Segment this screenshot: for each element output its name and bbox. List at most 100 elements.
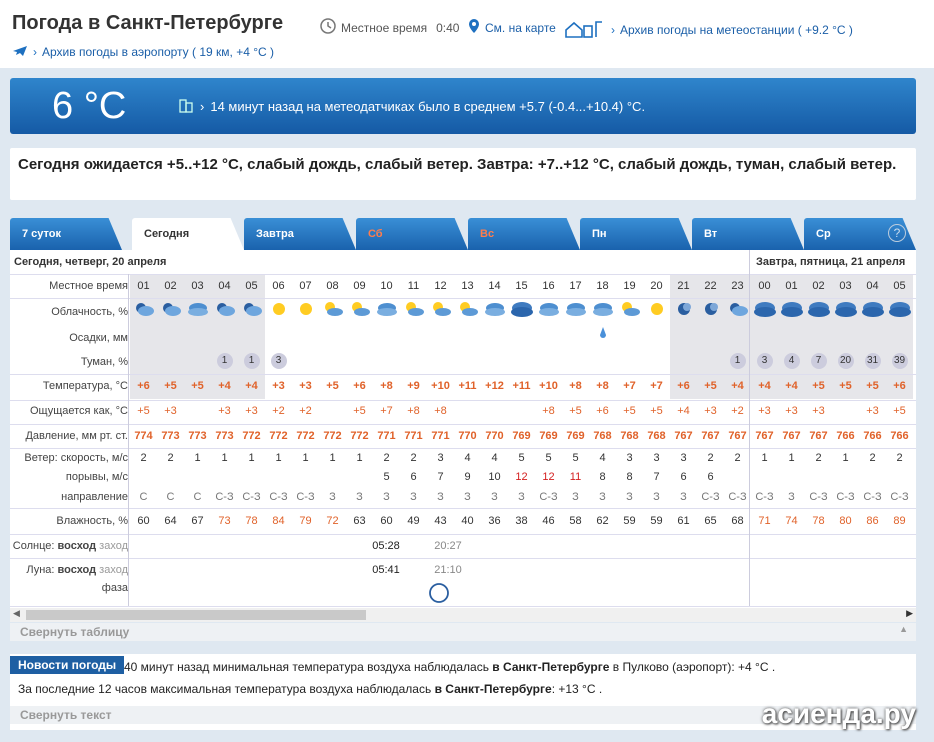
cloud-icon <box>886 300 913 320</box>
wind-speed-cell: 5 <box>518 452 525 464</box>
wind-direction-cell: С-З <box>269 491 288 503</box>
wind-gust-cell: 8 <box>599 471 606 483</box>
scroll-left-icon[interactable]: ◀ <box>13 608 20 619</box>
wind-direction-cell: С-З <box>215 491 234 503</box>
scrollbar-thumb[interactable] <box>26 610 366 620</box>
wind-speed-cell: 3 <box>626 452 633 464</box>
temperature-cell: +5 <box>704 380 717 392</box>
scroll-right-icon[interactable]: ▶ <box>906 608 913 619</box>
wind-direction-cell: С <box>139 491 148 503</box>
news-tab[interactable]: Новости погоды <box>10 656 125 674</box>
wind-speed-cell: 1 <box>302 452 309 464</box>
wind-direction-cell: З <box>410 491 417 503</box>
airport-link[interactable]: › Архив погоды в аэропорту ( 19 км, +4 °… <box>12 43 274 60</box>
wind-speed-cell: 2 <box>734 452 741 464</box>
tab-tuesday[interactable]: Вт <box>692 218 804 250</box>
pressure-cell: 773 <box>215 430 234 442</box>
tab-today[interactable]: Сегодня <box>132 218 244 250</box>
fog-badge: 3 <box>270 353 287 369</box>
temperature-cell: +4 <box>218 380 231 392</box>
wind-speed-cell: 1 <box>221 452 228 464</box>
news-line-1: 40 минут назад минимальная температура в… <box>124 660 776 674</box>
feels-like-cell: +3 <box>245 405 258 417</box>
hour-cell: 03 <box>191 280 204 292</box>
temperature-cell: +8 <box>596 380 609 392</box>
tab-tomorrow[interactable]: Завтра <box>244 218 356 250</box>
hour-cell: 11 <box>407 280 420 292</box>
horizontal-scrollbar[interactable]: ◀ ▶ <box>10 608 916 622</box>
feels-like-cell: +8 <box>542 405 555 417</box>
humidity-cell: 58 <box>569 515 582 527</box>
feels-like-cell: +2 <box>731 405 744 417</box>
cloud-icon <box>724 300 751 320</box>
label-fog: Туман, % <box>80 356 128 368</box>
wind-direction-cell: З <box>329 491 336 503</box>
temperature-cell: +6 <box>677 380 690 392</box>
wind-direction-cell: З <box>626 491 633 503</box>
header: Погода в Санкт-Петербурге Местное время … <box>0 0 934 68</box>
wind-direction-cell: З <box>653 491 660 503</box>
label-humidity: Влажность, % <box>56 515 128 527</box>
fog-cell: 31 <box>859 353 886 369</box>
pressure-cell: 768 <box>593 430 612 442</box>
wind-direction-cell: С-З <box>539 491 558 503</box>
hour-cell: 14 <box>488 280 501 292</box>
temperature-cell: +4 <box>245 380 258 392</box>
wind-speed-cell: 1 <box>842 452 849 464</box>
cloud-icon <box>454 300 481 320</box>
day-header-tomorrow: Завтра, пятница, 21 апреля <box>756 256 906 268</box>
temperature-cell: +5 <box>866 380 879 392</box>
humidity-cell: 65 <box>704 515 717 527</box>
wind-gust-cell: 12 <box>515 471 528 483</box>
wind-direction-cell: С-З <box>701 491 720 503</box>
wind-direction-cell: С <box>166 491 175 503</box>
humidity-cell: 72 <box>326 515 339 527</box>
pressure-cell: 767 <box>728 430 747 442</box>
humidity-cell: 78 <box>812 515 825 527</box>
feels-like-cell: +8 <box>407 405 420 417</box>
feels-like-cell: +5 <box>650 405 663 417</box>
collapse-table-link[interactable]: Свернуть таблицу ▲ <box>10 623 916 641</box>
feels-like-cell: +5 <box>893 405 906 417</box>
humidity-cell: 86 <box>866 515 879 527</box>
moon-phase-icon <box>425 582 452 607</box>
pressure-cell: 771 <box>404 430 423 442</box>
hour-cell: 18 <box>596 280 609 292</box>
humidity-cell: 49 <box>407 515 420 527</box>
tab-saturday[interactable]: Сб <box>356 218 468 250</box>
cloud-icon <box>589 300 616 320</box>
station-link[interactable]: › Архив погоды на метеостанции ( +9.2 °C… <box>564 18 853 41</box>
tab-7-days[interactable]: 7 суток <box>10 218 122 250</box>
pressure-cell: 772 <box>350 430 369 442</box>
tab-monday[interactable]: Пн <box>580 218 692 250</box>
humidity-cell: 60 <box>137 515 150 527</box>
fog-cell: 20 <box>832 353 859 369</box>
hour-cell: 04 <box>218 280 231 292</box>
pressure-cell: 767 <box>782 430 801 442</box>
pressure-cell: 772 <box>269 430 288 442</box>
help-icon[interactable]: ? <box>888 224 906 242</box>
temperature-cell: +3 <box>299 380 312 392</box>
wind-gust-cell: 6 <box>680 471 687 483</box>
label-wind-direction: направление <box>61 491 128 503</box>
feels-like-cell: +3 <box>758 405 771 417</box>
fog-cell: 39 <box>886 353 913 369</box>
tab-sunday[interactable]: Вс <box>468 218 580 250</box>
temperature-cell: +9 <box>407 380 420 392</box>
pressure-cell: 767 <box>809 430 828 442</box>
wind-speed-cell: 1 <box>248 452 255 464</box>
humidity-cell: 78 <box>245 515 258 527</box>
row-divider <box>10 606 916 607</box>
temperature-cell: +12 <box>485 380 504 392</box>
pressure-cell: 767 <box>674 430 693 442</box>
fog-badge: 4 <box>783 353 800 369</box>
label-moon-phase: фаза <box>101 582 128 594</box>
temperature-cell: +5 <box>812 380 825 392</box>
humidity-cell: 71 <box>758 515 771 527</box>
humidity-cell: 60 <box>380 515 393 527</box>
cloud-icon <box>778 300 805 320</box>
humidity-cell: 63 <box>353 515 366 527</box>
map-link[interactable]: См. на карте <box>468 18 556 37</box>
rain-drop-icon <box>589 326 616 343</box>
label-local-time: Местное время <box>49 280 128 292</box>
